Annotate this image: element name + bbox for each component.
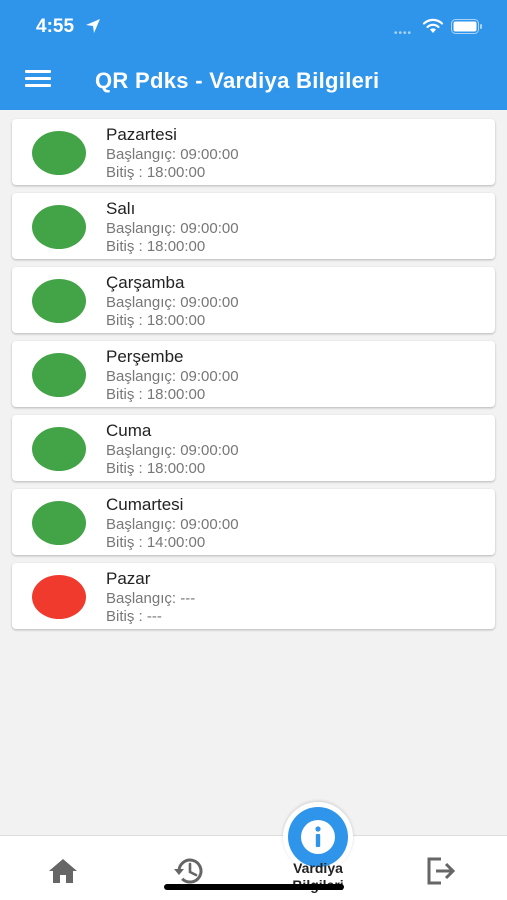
start-time: Başlangıç: 09:00:00 bbox=[106, 220, 239, 237]
shift-card-wednesday[interactable]: Çarşamba Başlangıç: 09:00:00 Bitiş : 18:… bbox=[12, 267, 495, 333]
bottom-tab-bar bbox=[0, 835, 507, 900]
status-dot bbox=[32, 131, 86, 175]
start-time: Başlangıç: 09:00:00 bbox=[106, 294, 239, 311]
history-icon bbox=[174, 858, 203, 884]
location-arrow-icon bbox=[86, 19, 100, 33]
home-indicator bbox=[164, 884, 344, 890]
start-time: Başlangıç: 09:00:00 bbox=[106, 442, 239, 459]
day-name: Salı bbox=[106, 199, 136, 218]
status-dot bbox=[32, 427, 86, 471]
info-icon bbox=[301, 820, 335, 854]
app-header: 4:55 •••• QR Pdks - Vardiya Bilgileri bbox=[0, 0, 507, 110]
status-time: 4:55 bbox=[36, 16, 75, 37]
active-tab-circle bbox=[288, 807, 348, 867]
end-time: Bitiş : 18:00:00 bbox=[106, 312, 206, 329]
status-dot bbox=[32, 575, 86, 619]
end-time: Bitiş : 18:00:00 bbox=[106, 238, 206, 255]
day-name: Perşembe bbox=[106, 347, 184, 366]
shift-list: Pazartesi Başlangıç: 09:00:00 Bitiş : 18… bbox=[12, 119, 495, 637]
logout-icon bbox=[427, 857, 456, 885]
cellular-dots-icon: •••• bbox=[394, 28, 413, 39]
status-dot bbox=[32, 205, 86, 249]
shift-card-thursday[interactable]: Perşembe Başlangıç: 09:00:00 Bitiş : 18:… bbox=[12, 341, 495, 407]
battery-icon bbox=[451, 19, 482, 34]
page-title: QR Pdks - Vardiya Bilgileri bbox=[95, 68, 380, 93]
day-name: Pazartesi bbox=[106, 125, 177, 144]
hamburger-menu-icon[interactable] bbox=[25, 70, 51, 92]
day-name: Cumartesi bbox=[106, 495, 184, 514]
status-bar: 4:55 •••• bbox=[0, 0, 507, 52]
end-time: Bitiş : 18:00:00 bbox=[106, 460, 206, 477]
home-icon bbox=[49, 859, 77, 883]
day-name: Pazar bbox=[106, 569, 151, 588]
start-time: Başlangıç: 09:00:00 bbox=[106, 146, 239, 163]
shift-card-tuesday[interactable]: Salı Başlangıç: 09:00:00 Bitiş : 18:00:0… bbox=[12, 193, 495, 259]
wifi-icon bbox=[422, 18, 444, 33]
start-time: Başlangıç: 09:00:00 bbox=[106, 516, 239, 533]
start-time: Başlangıç: 09:00:00 bbox=[106, 368, 239, 385]
end-time: Bitiş : --- bbox=[106, 608, 162, 625]
shift-card-friday[interactable]: Cuma Başlangıç: 09:00:00 Bitiş : 18:00:0… bbox=[12, 415, 495, 481]
end-time: Bitiş : 14:00:00 bbox=[106, 534, 206, 551]
status-dot bbox=[32, 279, 86, 323]
shift-card-saturday[interactable]: Cumartesi Başlangıç: 09:00:00 Bitiş : 14… bbox=[12, 489, 495, 555]
status-dot bbox=[32, 501, 86, 545]
tab-history[interactable] bbox=[126, 836, 252, 900]
day-name: Çarşamba bbox=[106, 273, 185, 292]
end-time: Bitiş : 18:00:00 bbox=[106, 164, 206, 181]
end-time: Bitiş : 18:00:00 bbox=[106, 386, 206, 403]
status-dot bbox=[32, 353, 86, 397]
tab-logout[interactable] bbox=[378, 836, 504, 900]
day-name: Cuma bbox=[106, 421, 152, 440]
tab-home[interactable] bbox=[0, 836, 126, 900]
shift-card-sunday[interactable]: Pazar Başlangıç: --- Bitiş : --- bbox=[12, 563, 495, 629]
shift-card-monday[interactable]: Pazartesi Başlangıç: 09:00:00 Bitiş : 18… bbox=[12, 119, 495, 185]
start-time: Başlangıç: --- bbox=[106, 590, 196, 607]
